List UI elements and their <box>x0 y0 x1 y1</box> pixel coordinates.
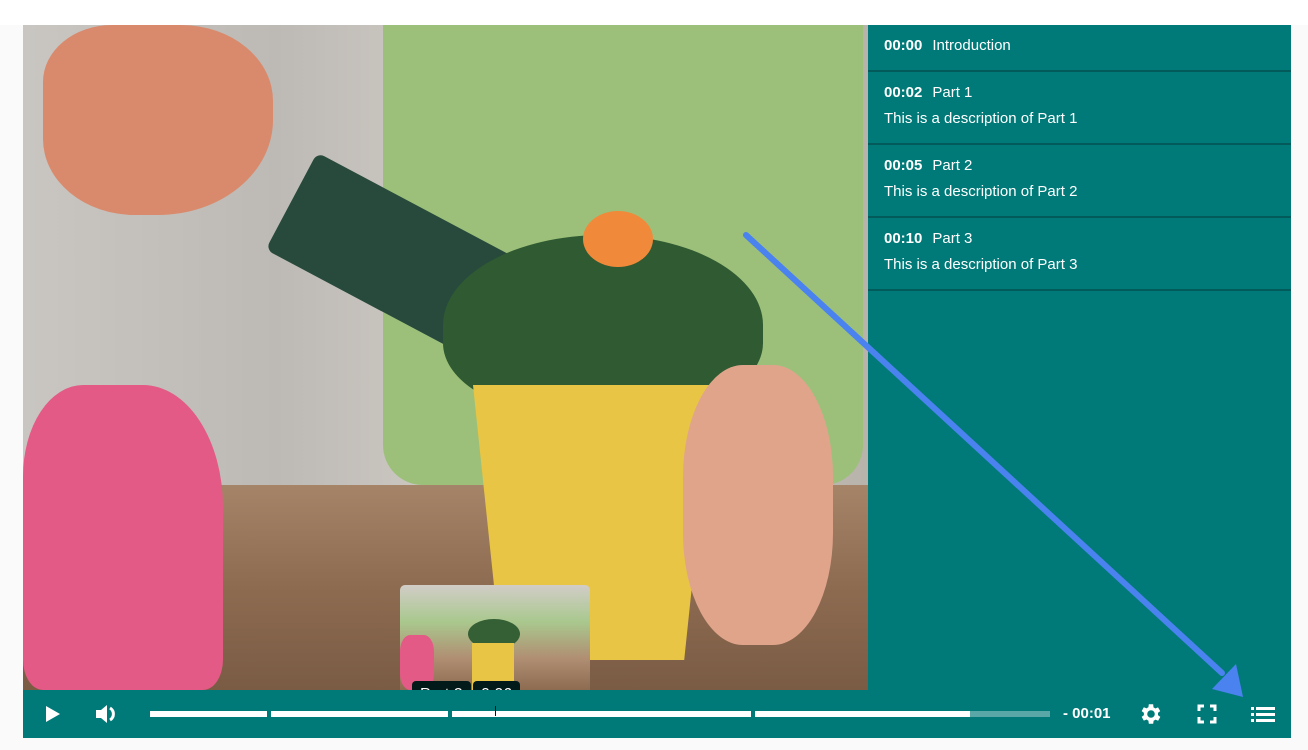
settings-button[interactable] <box>1131 690 1171 738</box>
chapter-segment[interactable] <box>452 711 751 717</box>
seek-bar[interactable] <box>150 711 1050 717</box>
chapter-description: This is a description of Part 2 <box>884 183 1078 200</box>
page-top-strip <box>0 0 1308 25</box>
chapter-time: 00:10 <box>884 230 923 247</box>
chapters-panel: 00:00 Introduction 00:02 Part 1 This is a … <box>868 25 1291 690</box>
chapter-description: This is a description of Part 1 <box>884 110 1078 127</box>
chapter-item[interactable]: 00:10 Part 3 This is a description of Par… <box>868 218 1291 291</box>
chapters-toggle-button[interactable] <box>1243 690 1283 738</box>
fullscreen-button[interactable] <box>1187 690 1227 738</box>
chapter-title: Introduction <box>932 37 1011 54</box>
volume-button[interactable] <box>87 690 127 738</box>
video-player: 00:00 Introduction 00:02 Part 1 This is a … <box>23 25 1291 738</box>
fullscreen-icon <box>1197 704 1217 724</box>
list-icon <box>1251 707 1275 722</box>
control-bar: - 00:01 <box>23 690 1291 738</box>
chapter-title: Part 2 <box>932 157 973 174</box>
chapter-title: Part 3 <box>932 230 973 247</box>
video-scene-glove-right <box>683 365 833 645</box>
gear-icon <box>1141 704 1161 724</box>
chapter-time: 00:05 <box>884 157 923 174</box>
remaining-time: - 00:01 <box>1063 705 1111 722</box>
play-icon <box>46 706 60 722</box>
play-button[interactable] <box>33 690 73 738</box>
chapter-item[interactable]: 00:02 Part 1 This is a description of Par… <box>868 72 1291 145</box>
volume-icon <box>96 705 115 723</box>
video-scene-rose <box>583 211 653 267</box>
seek-hover-marker <box>495 706 496 716</box>
video-scene-glove <box>43 25 273 215</box>
chapter-time: 00:02 <box>884 84 923 101</box>
chapter-description: This is a description of Part 3 <box>884 256 1078 273</box>
chapter-title: Part 1 <box>932 84 973 101</box>
video-scene-watering-can <box>23 385 223 690</box>
chapter-item[interactable]: 00:00 Introduction <box>868 25 1291 72</box>
chapter-time: 00:00 <box>884 37 923 54</box>
chapter-item[interactable]: 00:05 Part 2 This is a description of Par… <box>868 145 1291 218</box>
seek-preview-thumbnail <box>400 585 590 690</box>
chapter-segment[interactable] <box>755 711 1050 717</box>
chapter-segment[interactable] <box>150 711 267 717</box>
chapter-segment[interactable] <box>271 711 448 717</box>
